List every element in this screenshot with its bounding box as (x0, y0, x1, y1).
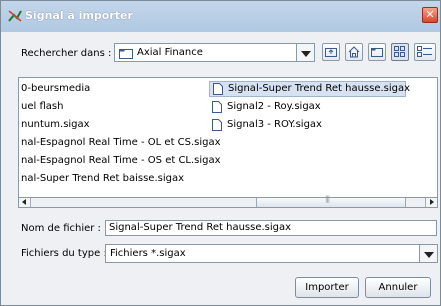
file-name: nal-Espagnol Real Time - OS et CL.sigax (21, 155, 221, 166)
file-name: nal-Espagnol Real Time - OL et CS.sigax (21, 137, 221, 148)
file-icon (213, 83, 223, 95)
file-icon (212, 101, 222, 113)
title-bar[interactable]: Signal à importer ✕ (1, 1, 440, 32)
chevron-down-icon[interactable] (419, 245, 437, 262)
file-icon (212, 119, 222, 131)
list-item-selected[interactable]: Signal-Super Trend Ret hausse.sigax (209, 81, 410, 97)
file-name: Signal2 - Roy.sigax (227, 101, 321, 112)
up-folder-icon (325, 48, 337, 57)
new-folder-button[interactable] (368, 43, 386, 61)
chevron-down-icon[interactable] (296, 44, 314, 61)
look-in-label: Rechercher dans : (21, 48, 112, 59)
scroll-thumb[interactable] (256, 195, 406, 207)
close-button[interactable]: ✕ (422, 7, 438, 23)
file-name: 0-beursmedia (21, 83, 91, 94)
list-view-button[interactable] (391, 43, 409, 61)
file-name: nal-Super Trend Ret baisse.sigax (21, 173, 185, 184)
filetype-label: Fichiers du type : (21, 248, 107, 259)
list-item[interactable]: nal-Super Trend Ret baisse.sigax (21, 171, 184, 187)
window-title: Signal à importer (25, 9, 133, 22)
file-name: Signal3 - ROY.sigax (227, 119, 322, 130)
scroll-left-icon[interactable] (19, 198, 31, 207)
look-in-value: Axial Finance (137, 47, 203, 58)
look-in-combo[interactable]: Axial Finance (114, 43, 315, 62)
list-item[interactable]: uel flash (21, 99, 63, 115)
cancel-button[interactable]: Annuler (365, 277, 431, 298)
file-list[interactable]: 0-beursmedia uel flash nuntum.sigax nal-… (18, 77, 438, 208)
list-item[interactable]: nuntum.sigax (21, 117, 90, 133)
up-folder-button[interactable] (322, 43, 340, 61)
filetype-value: Fichiers *.sigax (110, 248, 186, 259)
scroll-right-icon[interactable] (425, 198, 437, 207)
filename-input[interactable]: Signal-Super Trend Ret hausse.sigax (105, 220, 437, 236)
horizontal-scrollbar[interactable] (18, 195, 438, 208)
list-item[interactable]: nal-Espagnol Real Time - OL et CS.sigax (21, 135, 221, 151)
details-view-button[interactable] (414, 43, 436, 61)
file-name: nuntum.sigax (21, 119, 90, 130)
app-logo-icon (8, 10, 22, 22)
list-item[interactable]: nal-Espagnol Real Time - OS et CL.sigax (21, 153, 221, 169)
file-name: Signal-Super Trend Ret hausse.sigax (228, 83, 411, 94)
filetype-combo[interactable]: Fichiers *.sigax (105, 244, 438, 263)
list-view-icon (394, 46, 405, 57)
home-button[interactable] (345, 43, 363, 61)
home-icon (348, 46, 360, 58)
import-button[interactable]: Importer (295, 277, 359, 298)
details-view-icon (417, 46, 432, 57)
close-icon: ✕ (425, 8, 435, 21)
file-dialog-window: Signal à importer ✕ Rechercher dans : Ax… (0, 0, 441, 306)
file-name: uel flash (21, 101, 64, 112)
folder-icon (119, 49, 133, 59)
list-item[interactable]: 0-beursmedia (21, 81, 90, 97)
new-folder-icon (371, 48, 383, 57)
filename-label: Nom de fichier : (21, 223, 101, 234)
